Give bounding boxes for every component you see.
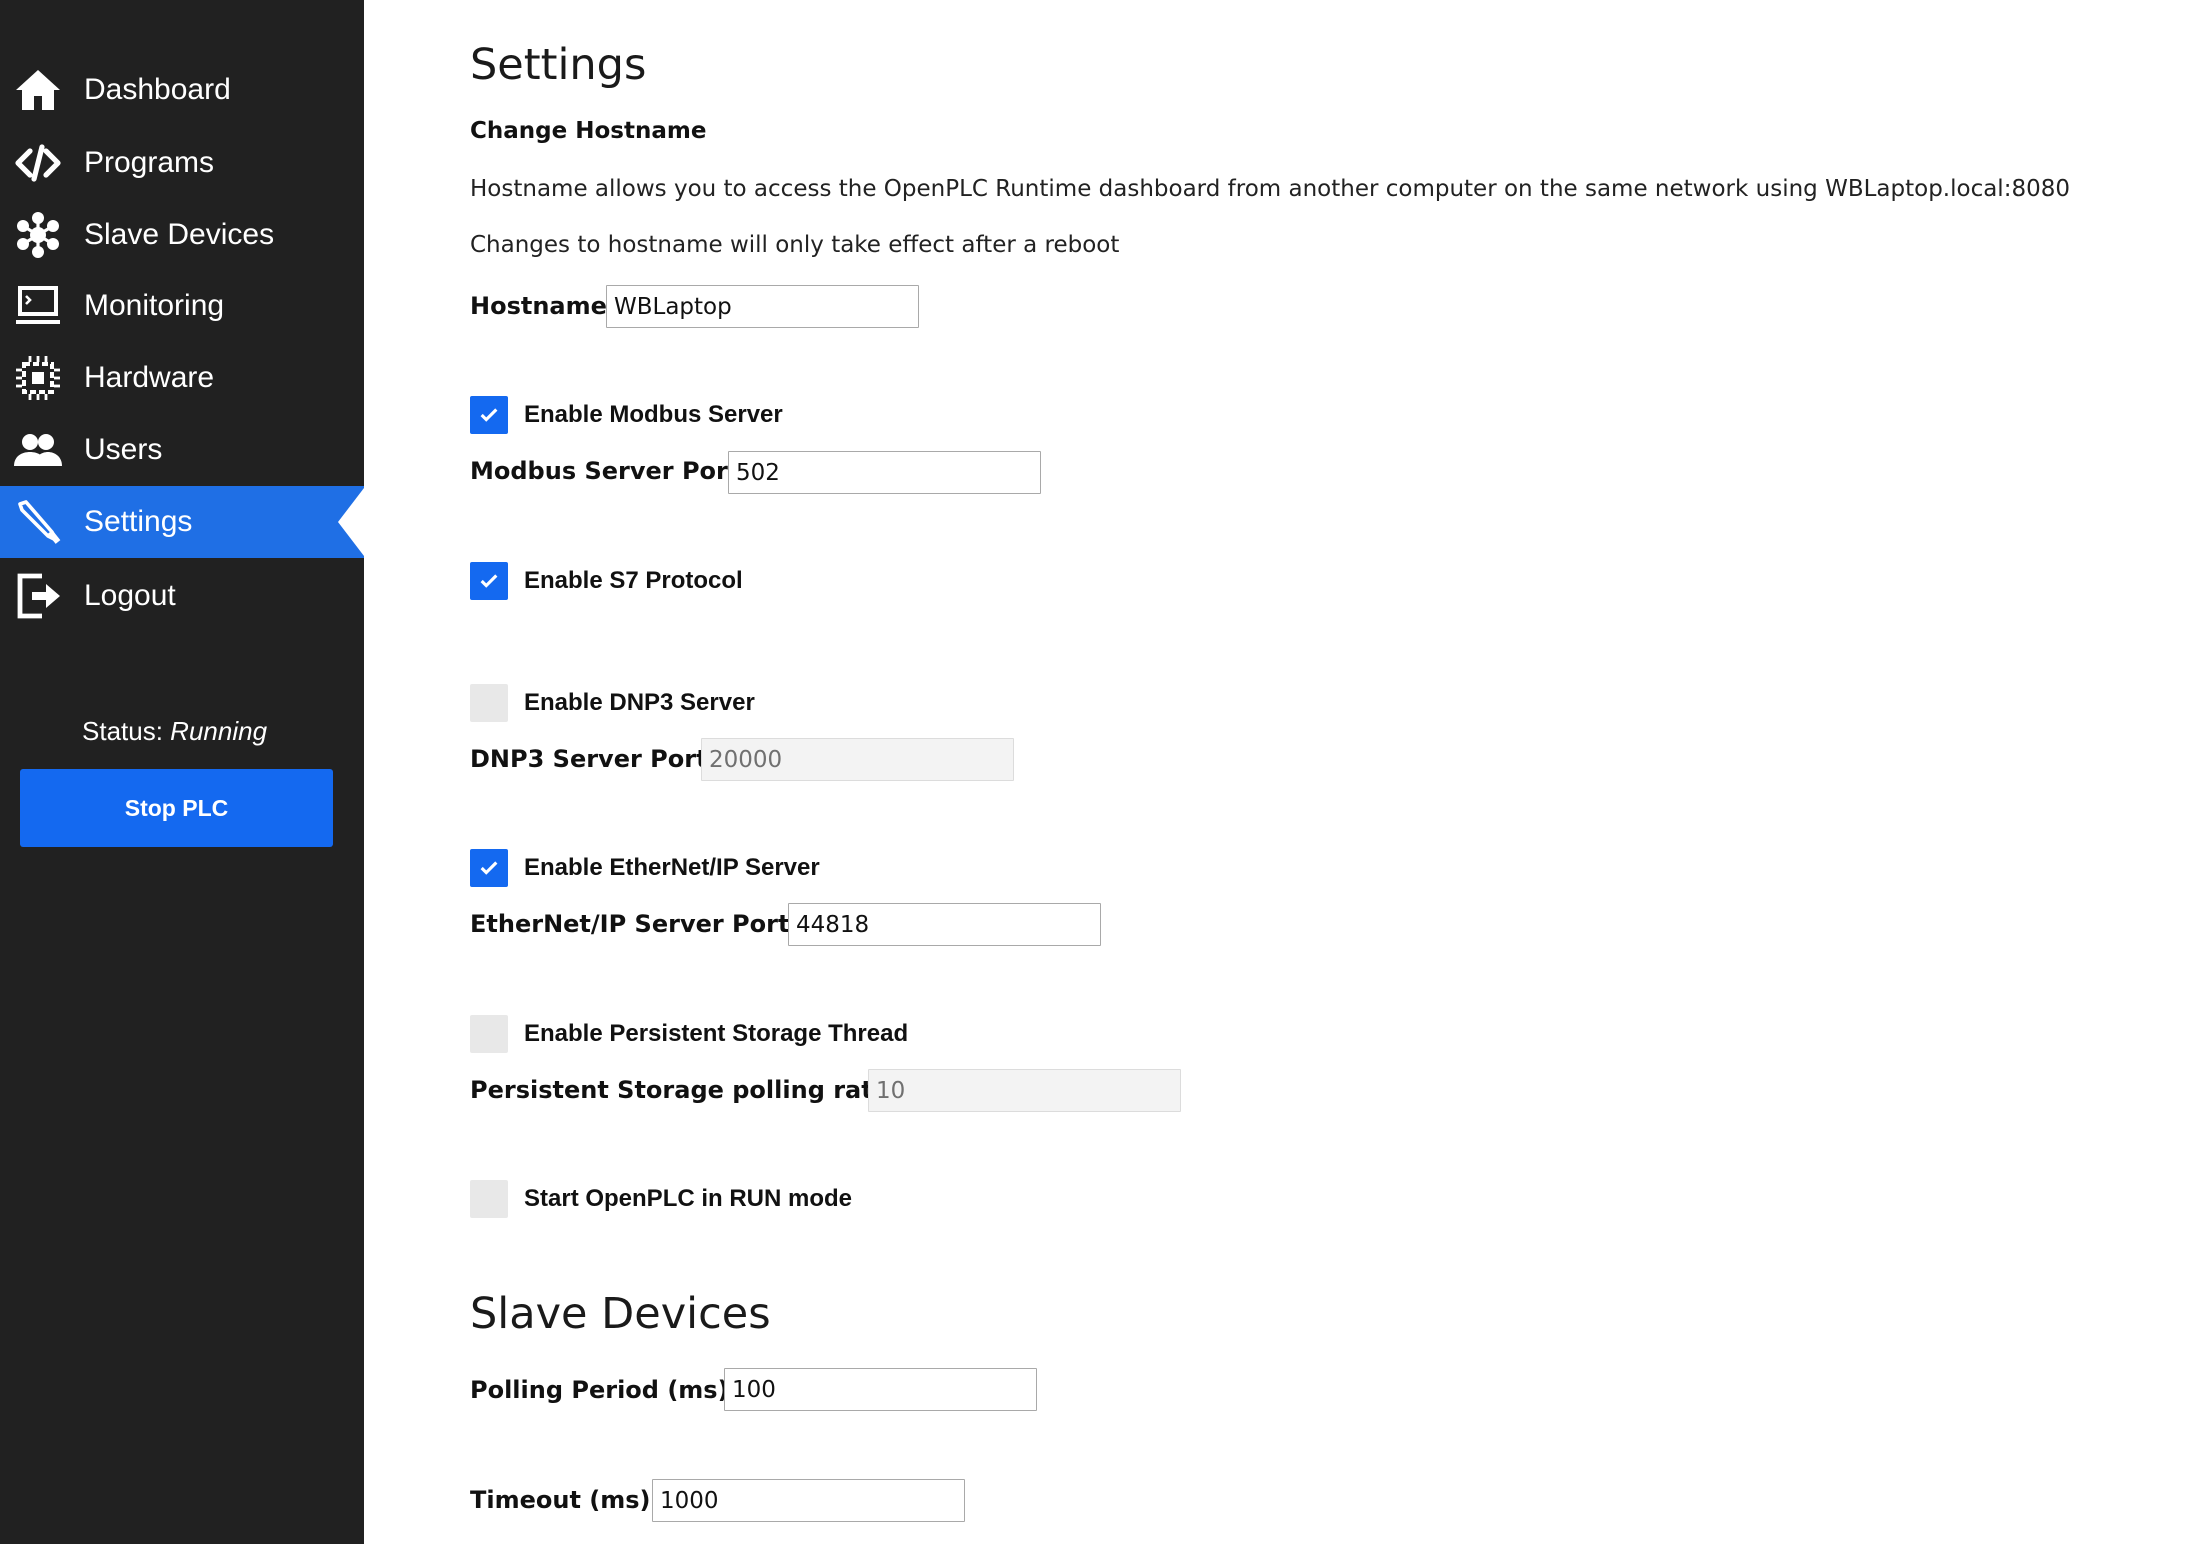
users-icon: [12, 424, 64, 476]
hostname-note: Changes to hostname will only take effec…: [470, 232, 1120, 258]
polling-period-input[interactable]: 100: [724, 1368, 1037, 1411]
s7-enable-label: Enable S7 Protocol: [524, 567, 743, 594]
sidebar-item-label: Monitoring: [84, 289, 225, 322]
persistent-storage-rate-label: Persistent Storage polling rate: [470, 1076, 890, 1104]
plc-status: Status: Running: [82, 716, 267, 747]
hostname-label: Hostname: [470, 292, 607, 320]
enip-enable-label: Enable EtherNet/IP Server: [524, 854, 820, 881]
modbus-enable-label: Enable Modbus Server: [524, 401, 783, 428]
sidebar-item-label: Programs: [84, 146, 215, 179]
hostname-description: Hostname allows you to access the OpenPL…: [470, 176, 2070, 202]
sidebar-item-dashboard[interactable]: Dashboard: [0, 54, 364, 126]
enip-port-input[interactable]: 44818: [788, 903, 1101, 946]
enip-checkbox[interactable]: [470, 849, 508, 887]
check-icon: [480, 408, 498, 422]
sidebar-item-slave-devices[interactable]: Slave Devices: [0, 199, 364, 271]
wrench-icon: [12, 496, 64, 548]
status-label: Status:: [82, 716, 163, 746]
modbus-checkbox[interactable]: [470, 396, 508, 434]
hostname-heading: Change Hostname: [470, 118, 707, 144]
dnp3-port-input[interactable]: 20000: [701, 738, 1014, 781]
polling-period-label: Polling Period (ms): [470, 1376, 729, 1404]
modbus-port-label: Modbus Server Port: [470, 457, 740, 485]
modbus-port-input[interactable]: 502: [728, 451, 1041, 494]
dnp3-checkbox[interactable]: [470, 684, 508, 722]
chip-icon: [12, 352, 64, 404]
home-icon: [12, 64, 64, 116]
sidebar-item-logout[interactable]: Logout: [0, 560, 364, 632]
persistent-storage-checkbox[interactable]: [470, 1015, 508, 1053]
hostname-input[interactable]: WBLaptop: [606, 285, 919, 328]
s7-checkbox[interactable]: [470, 562, 508, 600]
sidebar-item-label: Dashboard: [84, 73, 231, 106]
monitor-icon: [12, 280, 64, 332]
sidebar-item-label: Settings: [84, 505, 193, 538]
run-mode-checkbox[interactable]: [470, 1180, 508, 1218]
enip-port-label: EtherNet/IP Server Port: [470, 910, 790, 938]
sidebar-item-label: Hardware: [84, 361, 215, 394]
timeout-label: Timeout (ms): [470, 1486, 651, 1514]
dnp3-port-label: DNP3 Server Port: [470, 745, 708, 773]
check-icon: [480, 861, 498, 875]
timeout-input[interactable]: 1000: [652, 1479, 965, 1522]
check-icon: [480, 574, 498, 588]
run-mode-label: Start OpenPLC in RUN mode: [524, 1185, 853, 1212]
page-title: Settings: [470, 40, 647, 90]
sidebar-item-label: Logout: [84, 579, 176, 612]
sidebar-item-users[interactable]: Users: [0, 414, 364, 486]
sidebar-item-label: Users: [84, 433, 163, 466]
dnp3-enable-label: Enable DNP3 Server: [524, 689, 755, 716]
stop-plc-button[interactable]: Stop PLC: [20, 769, 333, 847]
sidebar-item-label: Slave Devices: [84, 218, 275, 251]
sidebar-item-monitoring[interactable]: Monitoring: [0, 270, 364, 342]
sidebar-item-hardware[interactable]: Hardware: [0, 342, 364, 414]
code-icon: [12, 137, 64, 189]
logout-icon: [12, 570, 64, 622]
sidebar: Dashboard Programs Slave Devices Monitor…: [0, 0, 364, 1544]
persistent-storage-enable-label: Enable Persistent Storage Thread: [524, 1020, 909, 1047]
sidebar-item-settings[interactable]: Settings: [0, 486, 364, 558]
persistent-storage-rate-input[interactable]: 10: [868, 1069, 1181, 1112]
slave-devices-title: Slave Devices: [470, 1289, 771, 1339]
network-icon: [12, 209, 64, 261]
settings-content: Settings Change Hostname Hostname allows…: [470, 0, 2170, 1544]
sidebar-item-programs[interactable]: Programs: [0, 127, 364, 199]
status-value: Running: [170, 716, 268, 746]
